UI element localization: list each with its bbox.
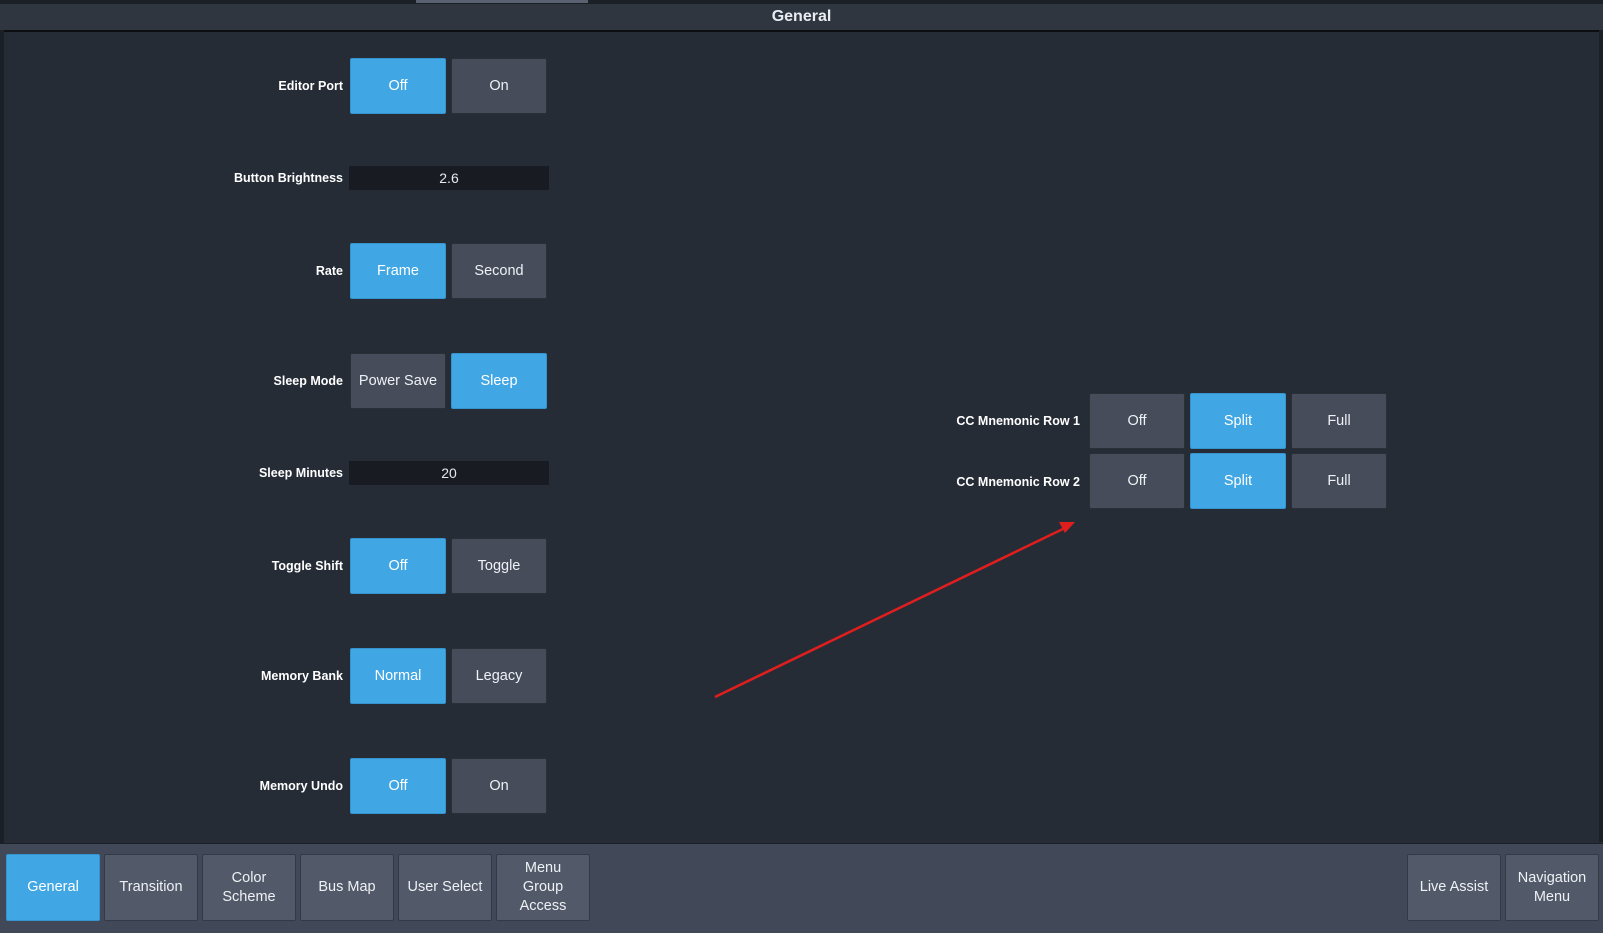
annotation-arrow [714, 522, 1075, 699]
tab-color-scheme[interactable]: Color Scheme [202, 854, 296, 921]
tab-user-select[interactable]: User Select [398, 854, 492, 921]
tab-transition[interactable]: Transition [104, 854, 198, 921]
tab-menu-group-access[interactable]: Menu Group Access [496, 854, 590, 921]
live-assist-button[interactable]: Live Assist [1407, 854, 1501, 921]
tab-general[interactable]: General [6, 854, 100, 921]
navigation-menu-button[interactable]: Navigation Menu [1505, 854, 1599, 921]
tab-bus-map[interactable]: Bus Map [300, 854, 394, 921]
